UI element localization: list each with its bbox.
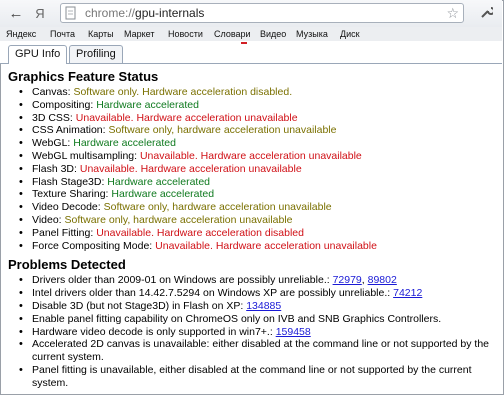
problem-text: Panel fitting is unavailable, either dis…: [32, 363, 472, 389]
feature-label: 3D CSS:: [32, 111, 76, 124]
feature-label: Force Compositing Mode:: [32, 239, 156, 252]
feature-label: Video Decode:: [32, 201, 104, 214]
feature-label: Video:: [32, 213, 65, 226]
feature-status: Hardware accelerated: [107, 175, 211, 188]
problem-text: Accelerated 2D canvas is unavailable: ei…: [32, 338, 490, 364]
feature-label: WebGL:: [32, 137, 74, 150]
problem-text: Hardware video decode is only supported …: [32, 325, 276, 338]
feature-status: Unavailable. Hardware acceleration unava…: [139, 149, 362, 162]
section-title-problems: Problems Detected: [8, 257, 126, 273]
feature-row: Video Decode: Software only, hardware ac…: [19, 201, 496, 214]
feature-row: Compositing: Hardware accelerated: [19, 98, 496, 112]
problem-row: Enable panel fitting capability on Chrom…: [19, 312, 496, 326]
feature-label: CSS Animation:: [32, 124, 109, 137]
problems-list: Drivers older than 2009-01 on Windows ar…: [8, 274, 496, 389]
feature-row: Flash Stage3D: Hardware accelerated: [19, 175, 496, 189]
feature-row: Texture Sharing: Hardware accelerated: [19, 188, 496, 201]
gpu-info-content: Graphics Feature Status Canvas: Software…: [8, 66, 496, 393]
feature-label: Compositing:: [32, 98, 97, 111]
feature-status: Unavailable. Hardware acceleration unava…: [79, 162, 302, 175]
feature-status: Software only, hardware acceleration una…: [103, 201, 332, 214]
feature-status: Hardware accelerated: [96, 98, 199, 111]
bug-link[interactable]: 74212: [393, 287, 422, 299]
feature-status: Hardware accelerated: [73, 137, 176, 150]
feature-row: Force Compositing Mode: Unavailable. Har…: [19, 239, 496, 253]
bug-link[interactable]: 159458: [276, 326, 311, 338]
star-icon[interactable]: ☆: [446, 5, 459, 22]
feature-status: Software only, hardware acceleration una…: [64, 213, 293, 226]
section-title-feature-status: Graphics Feature Status: [8, 69, 159, 84]
problem-text: Intel drivers older than 14.42.7.5294 on…: [32, 287, 394, 300]
page-tabs: GPU Info Profiling: [0, 41, 502, 64]
bug-link[interactable]: 72979: [333, 274, 362, 286]
red-marker: [241, 42, 247, 44]
feature-status: Software only. Hardware acceleration dis…: [73, 86, 293, 98]
page-icon: [65, 6, 76, 20]
browser-toolbar: ← Я chrome://gpu-internals ☆: [0, 0, 502, 27]
feature-row: Panel Fitting: Unavailable. Hardware acc…: [19, 226, 496, 240]
feature-label: Texture Sharing:: [32, 188, 112, 201]
feature-status: Unavailable. Hardware acceleration disab…: [96, 226, 304, 239]
problem-row: Intel drivers older than 14.42.7.5294 on…: [19, 287, 496, 300]
address-bar[interactable]: chrome://gpu-internals ☆: [60, 3, 464, 23]
bookmark-item[interactable]: Музыка: [296, 29, 328, 39]
feature-row: Flash 3D: Unavailable. Hardware accelera…: [19, 162, 496, 176]
bookmark-item[interactable]: Диск: [340, 29, 360, 39]
feature-label: WebGL multisampling:: [32, 149, 140, 162]
feature-label: Flash 3D:: [32, 162, 80, 175]
problem-row: Hardware video decode is only supported …: [19, 325, 496, 339]
feature-row: Canvas: Software only. Hardware accelera…: [19, 86, 496, 99]
problem-row: Accelerated 2D canvas is unavailable: ei…: [19, 338, 496, 364]
wrench-icon[interactable]: [475, 3, 497, 23]
feature-row: Video: Software only, hardware accelerat…: [19, 213, 496, 227]
feature-status: Software only, hardware acceleration una…: [108, 124, 337, 137]
bookmark-item[interactable]: Видео: [260, 29, 286, 39]
url-text[interactable]: chrome://gpu-internals: [85, 6, 204, 20]
bookmark-item[interactable]: Новости: [168, 29, 203, 39]
problem-row: Drivers older than 2009-01 on Windows ar…: [19, 274, 496, 287]
problem-text: Enable panel fitting capability on Chrom…: [32, 312, 442, 325]
tab-profiling[interactable]: Profiling: [69, 45, 123, 63]
feature-row: 3D CSS: Unavailable. Hardware accelerati…: [19, 111, 496, 125]
bookmark-item[interactable]: Карты: [88, 29, 114, 39]
problem-text: Disable 3D (but not Stage3D) in Flash on…: [32, 299, 247, 312]
tab-gpu-info[interactable]: GPU Info: [8, 45, 68, 64]
problem-row: Disable 3D (but not Stage3D) in Flash on…: [19, 299, 496, 313]
bug-link[interactable]: 134885: [246, 300, 281, 312]
bookmark-item[interactable]: Почта: [50, 29, 75, 39]
problem-text: Drivers older than 2009-01 on Windows ar…: [32, 274, 333, 287]
feature-row: WebGL multisampling: Unavailable. Hardwa…: [19, 149, 496, 163]
problem-row: Panel fitting is unavailable, either dis…: [19, 363, 496, 390]
feature-status: Unavailable. Hardware acceleration unava…: [155, 239, 377, 252]
back-arrow-icon[interactable]: ←: [6, 3, 26, 23]
feature-status: Unavailable. Hardware acceleration unava…: [75, 111, 298, 124]
feature-status-list: Canvas: Software only. Hardware accelera…: [8, 86, 496, 252]
feature-label: Panel Fitting:: [32, 226, 97, 239]
bookmark-item[interactable]: Яндекс: [6, 29, 36, 39]
yandex-logo-icon[interactable]: Я: [30, 3, 50, 23]
bookmark-item[interactable]: Маркет: [124, 29, 154, 39]
feature-label: Flash Stage3D:: [32, 175, 108, 188]
bug-link[interactable]: 89802: [368, 274, 397, 286]
feature-row: CSS Animation: Software only, hardware a…: [19, 124, 496, 137]
feature-label: Canvas:: [32, 86, 74, 98]
feature-row: WebGL: Hardware accelerated: [19, 137, 496, 150]
feature-status: Hardware accelerated: [111, 188, 215, 201]
bookmark-item[interactable]: Словари: [214, 29, 251, 39]
bookmarks-bar: Яндекс Почта Карты Маркет Новости Словар…: [0, 27, 502, 41]
